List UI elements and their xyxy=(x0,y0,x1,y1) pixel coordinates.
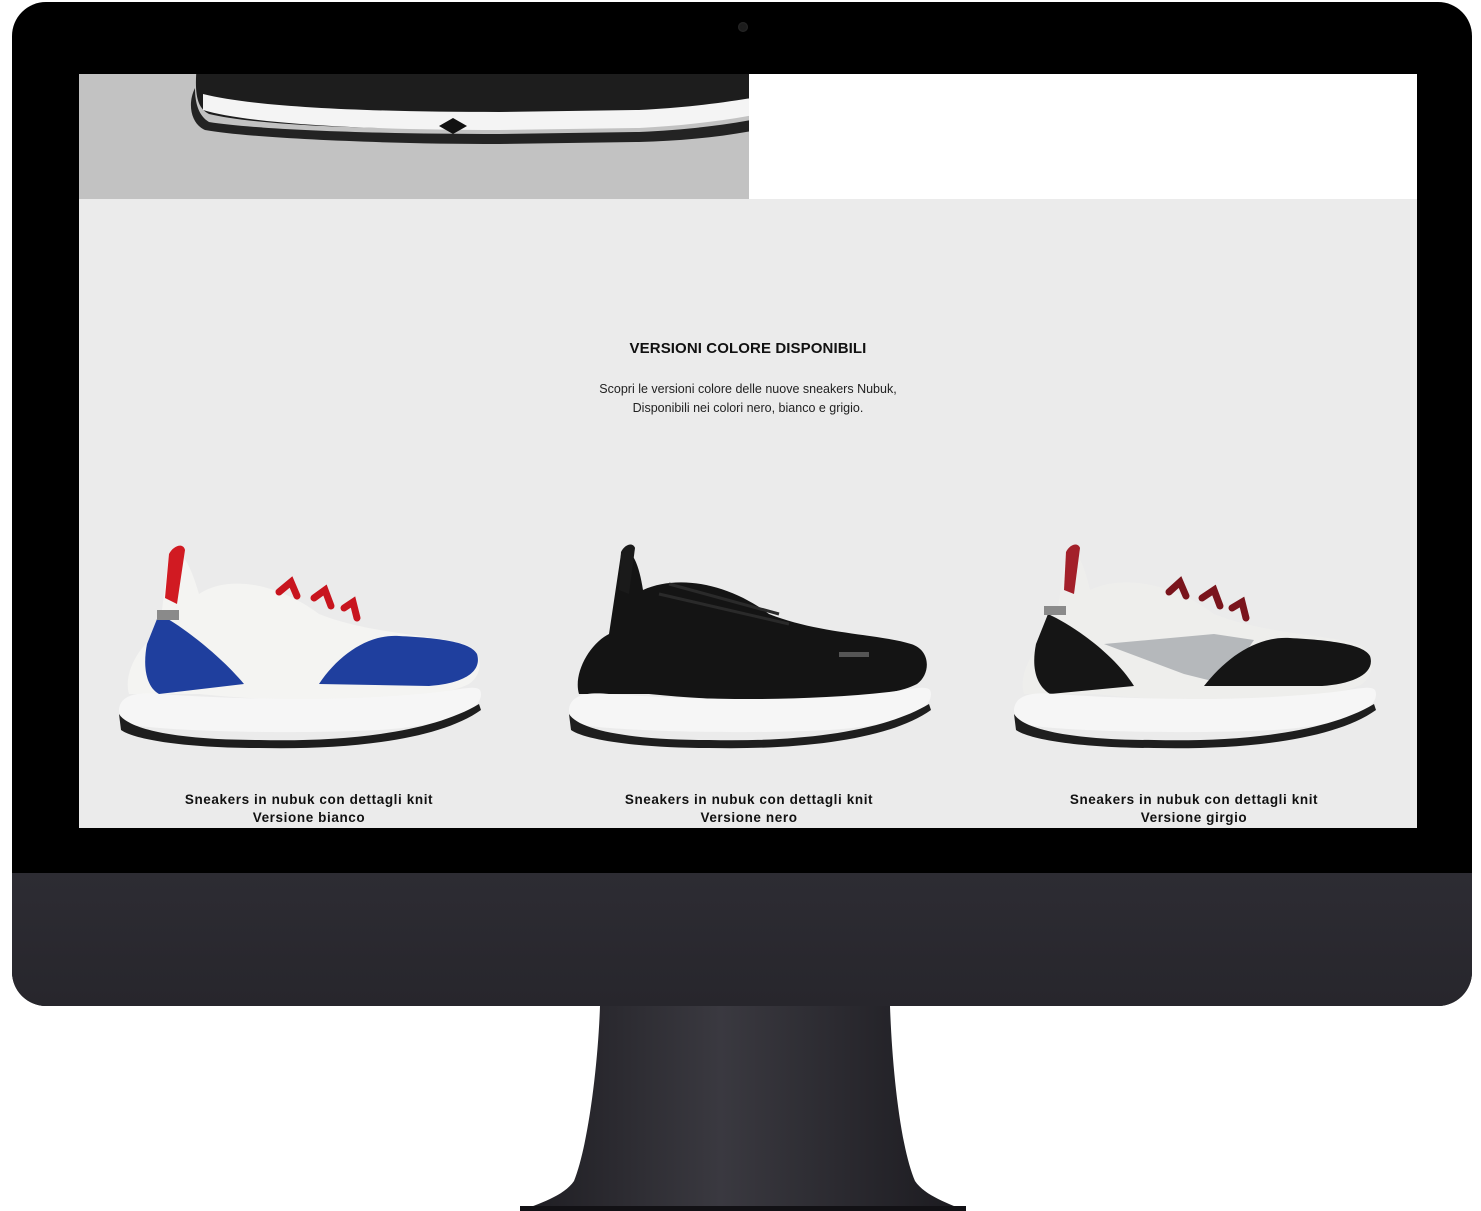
hero-image xyxy=(79,74,749,199)
hero-blank-panel xyxy=(749,74,1417,199)
monitor-chin xyxy=(12,873,1472,1006)
product-name[interactable]: Sneakers in nubuk con dettagli knit xyxy=(539,791,959,809)
web-page: VERSIONI COLORE DISPONIBILI Scopri le ve… xyxy=(79,74,1417,828)
product-card-bianco[interactable]: Sneakers in nubuk con dettagli knit Vers… xyxy=(99,534,519,828)
camera-icon xyxy=(738,22,748,32)
description-line-2: Disponibili nei colori nero, bianco e gr… xyxy=(632,401,864,415)
product-name[interactable]: Sneakers in nubuk con dettagli knit xyxy=(984,791,1404,809)
sneaker-grigio-image[interactable] xyxy=(984,534,1404,784)
monitor-stand xyxy=(520,1006,966,1211)
product-variant[interactable]: Versione girgio xyxy=(984,809,1404,827)
sneaker-bianco-image[interactable] xyxy=(99,534,519,784)
product-variant[interactable]: Versione nero xyxy=(539,809,959,827)
section-description: Scopri le versioni colore delle nuove sn… xyxy=(79,380,1417,418)
product-card-grigio[interactable]: Sneakers in nubuk con dettagli knit Vers… xyxy=(984,534,1404,828)
product-variant[interactable]: Versione bianco xyxy=(99,809,519,827)
product-name[interactable]: Sneakers in nubuk con dettagli knit xyxy=(99,791,519,809)
product-card-nero[interactable]: Sneakers in nubuk con dettagli knit Vers… xyxy=(539,534,959,828)
hero-sneaker-image xyxy=(190,74,749,144)
sneaker-nero-image[interactable] xyxy=(539,534,959,784)
section-title: VERSIONI COLORE DISPONIBILI xyxy=(629,340,867,357)
description-line-1: Scopri le versioni colore delle nuove sn… xyxy=(599,382,897,396)
